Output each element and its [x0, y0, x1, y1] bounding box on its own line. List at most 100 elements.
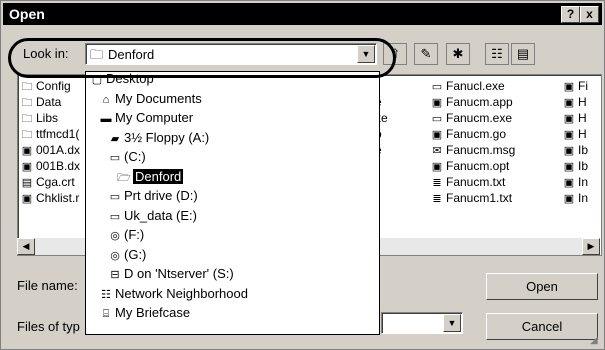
dropdown-item[interactable]: ⌂ My Documents: [99, 90, 202, 108]
file-item-partial[interactable]: ▣ Ib: [562, 142, 588, 158]
file-name-label: File name:: [17, 278, 78, 293]
file-item[interactable]: ▭ Fanucm.exe: [430, 110, 512, 126]
desktop-icon: ▢: [91, 74, 103, 86]
item-label: Denford: [133, 168, 184, 184]
file-item-partial[interactable]: ▣ In: [562, 190, 588, 206]
file-item[interactable]: 🗀 Data: [20, 94, 62, 110]
cdrom-icon: ◎: [110, 249, 120, 262]
dropdown-item[interactable]: ⌸ My Briefcase: [99, 304, 190, 322]
file-item[interactable]: ▣ Fanucm.app: [430, 94, 513, 110]
file-icon: ▣: [431, 129, 443, 141]
file-icon: ▣: [21, 161, 33, 173]
look-in-combo[interactable]: 🗀 Denford ▼: [85, 43, 377, 65]
dropdown-item[interactable]: ▰ 3½ Floppy (A:): [108, 129, 210, 147]
item-label: Fanucm.opt: [446, 159, 510, 173]
file-item[interactable]: 🗀 Config: [20, 78, 71, 94]
file-item[interactable]: ✉ Fanucm.msg: [430, 142, 515, 158]
file-item-partial[interactable]: ▣ H: [562, 126, 587, 142]
network-drive-icon: ⊟: [110, 269, 120, 281]
dropdown-item[interactable]: ▬ My Computer: [99, 109, 194, 127]
new-item-icon[interactable]: ✱: [446, 43, 470, 65]
file-item[interactable]: ≣ Fanucm1.txt: [430, 190, 512, 206]
dropdown-item[interactable]: ▭ Prt drive (D:): [108, 187, 198, 205]
item-label: Fanucm1.txt: [446, 191, 513, 205]
item-label: Desktop: [106, 71, 154, 86]
close-button[interactable]: x: [580, 6, 599, 23]
item-label: Network Neighborhood: [115, 285, 248, 301]
dropdown-item[interactable]: ▢ Desktop: [90, 71, 154, 88]
dropdown-item[interactable]: ▭ (C:): [108, 148, 146, 166]
exe-icon: ▭: [431, 113, 443, 125]
file-item[interactable]: ▣ 001B.dx: [20, 158, 80, 174]
item-label: Fanucm.exe: [446, 111, 513, 125]
up-one-level-icon[interactable]: ⇧: [383, 43, 407, 65]
item-label: D on 'Ntserver' (S:): [124, 266, 234, 281]
dropdown-item[interactable]: ☷ Network Neighborhood: [99, 285, 248, 303]
file-item-partial[interactable]: ▣ In: [562, 174, 588, 190]
chevron-down-icon[interactable]: ▼: [443, 314, 461, 332]
open-dialog: Open ? x Look in: 🗀 Denford ▼ ⇧ ✎ ✱ ☷ ▤ …: [0, 0, 605, 350]
file-item-partial[interactable]: ▣ H: [562, 110, 587, 126]
file-item[interactable]: ≣ Fanucm.txt: [430, 174, 505, 190]
item-label: Config: [36, 79, 71, 93]
file-item-partial[interactable]: ▣ Fi: [562, 78, 588, 94]
text-file-icon: ≣: [432, 177, 442, 189]
create-new-folder-icon[interactable]: ✎: [414, 43, 438, 65]
scroll-left-arrow-icon[interactable]: ◀: [17, 238, 35, 255]
open-button[interactable]: Open: [486, 273, 598, 300]
file-icon: ▣: [563, 145, 575, 157]
file-item[interactable]: ▤ Cga.crt: [20, 174, 75, 190]
certificate-icon: ▤: [21, 177, 33, 189]
resize-grip-icon[interactable]: ◢: [590, 335, 602, 347]
network-neighborhood-icon: ☷: [101, 288, 111, 301]
file-item[interactable]: 🗀 ttfmcd1(: [20, 126, 80, 142]
item-label: ttfmcd1(: [36, 127, 80, 141]
item-label: Prt drive (D:): [124, 188, 198, 203]
floppy-icon: ▰: [110, 132, 120, 145]
item-label: H: [578, 95, 587, 109]
item-label: My Computer: [115, 110, 194, 125]
file-item[interactable]: ▣ 001A.dx: [20, 142, 80, 158]
list-view-icon[interactable]: ☷: [485, 43, 509, 65]
look-in-dropdown[interactable]: ▢ Desktop ⌂ My Documents ▬ My Computer ▰ 3½ Flo…: [85, 71, 380, 335]
file-icon: ▣: [563, 177, 575, 189]
item-label: My Documents: [115, 90, 202, 106]
item-label: (C:): [124, 149, 146, 164]
dropdown-item[interactable]: ◎ (F:): [108, 226, 144, 244]
item-label: Ib: [578, 159, 589, 173]
item-label: (F:): [124, 227, 145, 242]
cdrom-icon: ◎: [110, 230, 120, 242]
dropdown-item[interactable]: 🗁 Denford: [117, 168, 184, 186]
file-item[interactable]: ▣ Fanucm.go: [430, 126, 506, 142]
file-icon: ▣: [431, 97, 443, 109]
file-icon: ▣: [21, 145, 33, 157]
file-item[interactable]: 🗀 Libs: [20, 110, 59, 126]
details-view-icon[interactable]: ▤: [511, 43, 535, 65]
file-item-partial[interactable]: ▣ Ib: [562, 158, 588, 174]
item-label: Uk_data (E:): [124, 207, 197, 223]
file-item[interactable]: ▣ Fanucm.opt: [430, 158, 510, 174]
help-button[interactable]: ?: [561, 6, 580, 23]
chevron-down-icon[interactable]: ▼: [357, 45, 375, 63]
item-label: Fanucm.app: [446, 95, 513, 109]
item-label: H: [578, 111, 587, 125]
item-label: Data: [36, 95, 62, 109]
dropdown-item[interactable]: ▭ Uk_data (E:): [108, 207, 197, 225]
file-item[interactable]: ▣ Chklist.r: [20, 190, 80, 206]
scroll-right-arrow-icon[interactable]: ▶: [582, 238, 600, 255]
file-item-partial[interactable]: ▣ H: [562, 94, 587, 110]
item-label: H: [578, 127, 587, 141]
dropdown-item[interactable]: ◎ (G:): [108, 246, 146, 264]
look-in-value: Denford: [108, 47, 155, 62]
files-of-type-combo[interactable]: ▼: [381, 312, 463, 334]
item-label: 001B.dx: [36, 159, 81, 173]
window-title: Open: [9, 6, 45, 22]
my-documents-icon: ⌂: [102, 93, 110, 106]
item-label: My Briefcase: [115, 305, 191, 320]
item-label: Cga.crt: [36, 175, 75, 189]
dropdown-item[interactable]: ⊟ D on 'Ntserver' (S:): [108, 265, 234, 283]
drive-icon: ▭: [109, 191, 121, 203]
cancel-button[interactable]: Cancel: [486, 313, 598, 340]
file-icon: ▣: [563, 81, 575, 93]
file-item[interactable]: ▭ Fanucl.exe: [430, 78, 505, 94]
